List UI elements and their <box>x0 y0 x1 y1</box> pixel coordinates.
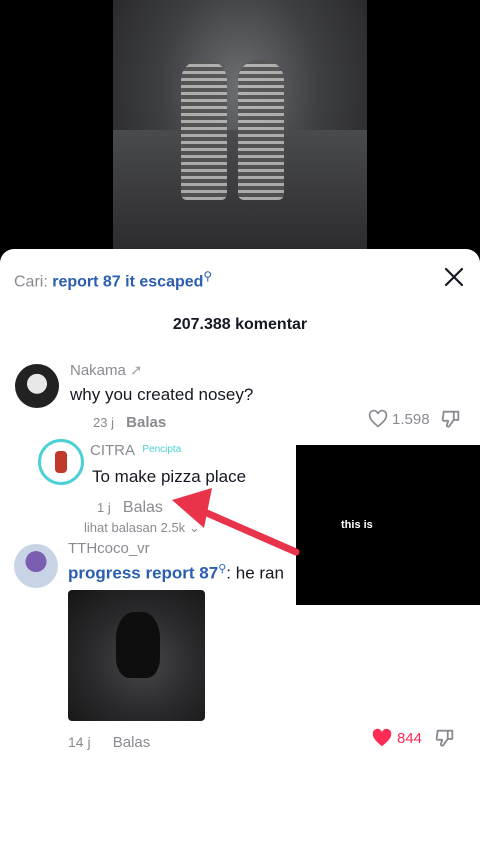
annotation-arrow <box>172 488 300 556</box>
